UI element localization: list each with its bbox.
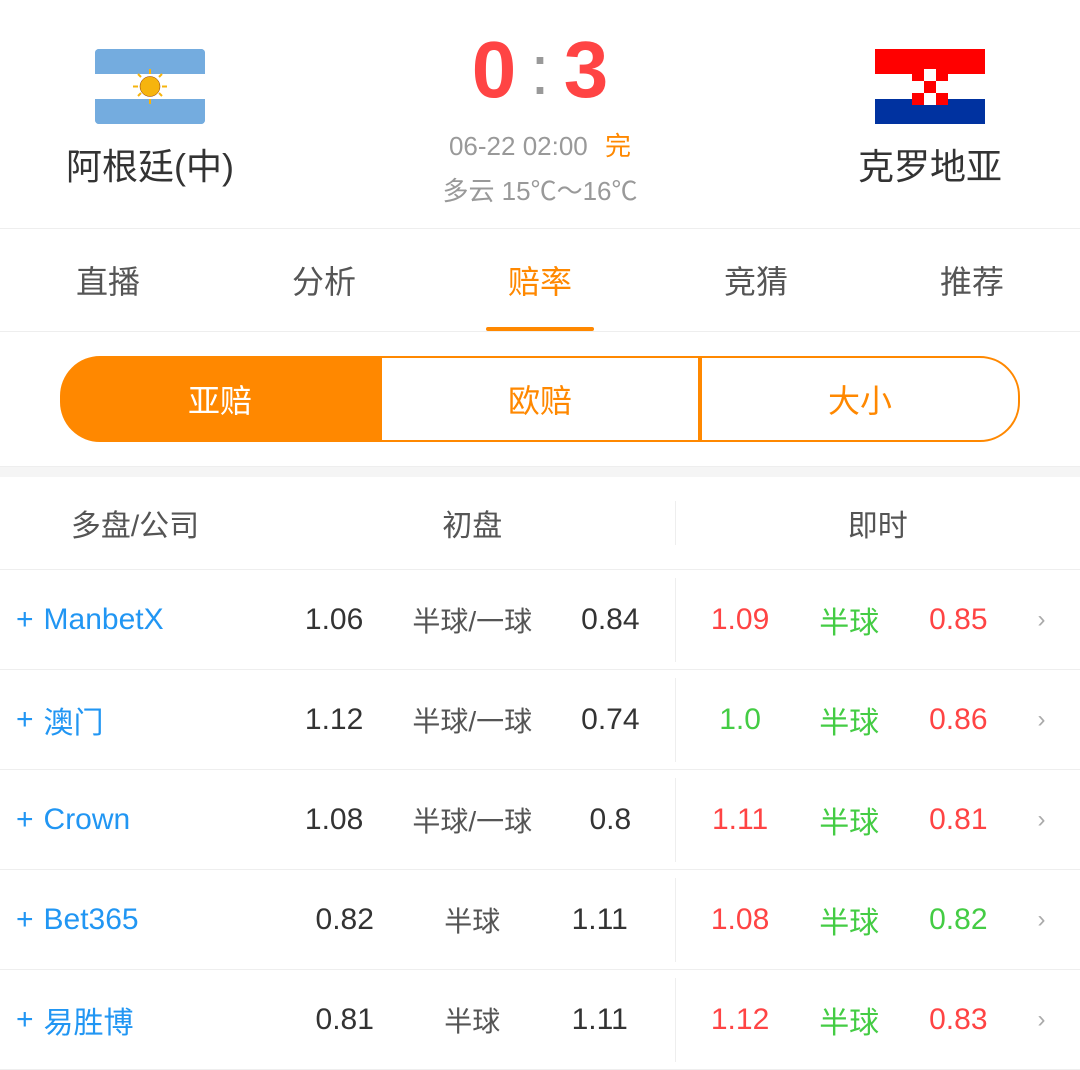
match-info-time: 06-22 02:00 完 [449, 126, 631, 163]
company-crown: + Crown [0, 783, 270, 857]
score-right: 3 [564, 30, 609, 110]
tab-odds[interactable]: 赔率 [432, 229, 648, 331]
arrow-icon: › [1037, 606, 1045, 634]
sub-tab-size[interactable]: 大小 [700, 356, 1020, 442]
table-row[interactable]: + 澳门 1.12 半球/一球 0.74 1.0 半球 0.86 › [0, 670, 1080, 770]
odds-table: 多盘/公司 初盘 即时 + ManbetX 1.06 半球/一球 0.84 1.… [0, 477, 1080, 1070]
croatia-flag [875, 49, 985, 124]
tab-live[interactable]: 直播 [0, 229, 216, 331]
realtime-crown[interactable]: 1.11 半球 0.81 › [675, 778, 1080, 862]
score-header: 阿根廷(中) 0 : 3 06-22 02:00 完 多云 15℃～16℃ [0, 0, 1080, 228]
company-manbetx: + ManbetX [0, 583, 270, 657]
realtime-macau[interactable]: 1.0 半球 0.86 › [675, 678, 1080, 762]
tab-guess[interactable]: 竞猜 [648, 229, 864, 331]
initial-crown: 1.08 半球/一球 0.8 [270, 780, 675, 860]
team-right-name: 克罗地亚 [858, 138, 1002, 190]
initial-bet365: 0.82 半球 1.11 [270, 880, 675, 960]
plus-icon: + [16, 903, 34, 937]
team-left-name: 阿根廷(中) [66, 138, 234, 190]
realtime-bet365[interactable]: 1.08 半球 0.82 › [675, 878, 1080, 962]
realtime-manbetx[interactable]: 1.09 半球 0.85 › [675, 578, 1080, 662]
table-row[interactable]: + Crown 1.08 半球/一球 0.8 1.11 半球 0.81 › [0, 770, 1080, 870]
arrow-icon: › [1037, 1006, 1045, 1034]
tab-analysis[interactable]: 分析 [216, 229, 432, 331]
match-weather: 多云 15℃～16℃ [442, 171, 637, 208]
table-header: 多盘/公司 初盘 即时 [0, 477, 1080, 570]
col-company-header: 多盘/公司 [0, 501, 270, 545]
company-yishenbo: + 易胜博 [0, 978, 270, 1062]
initial-manbetx: 1.06 半球/一球 0.84 [270, 580, 675, 660]
tab-recommend[interactable]: 推荐 [864, 229, 1080, 331]
initial-yishenbo: 0.81 半球 1.11 [270, 980, 675, 1060]
plus-icon: + [16, 1003, 34, 1037]
match-status: 完 [605, 131, 631, 161]
score-center: 0 : 3 06-22 02:00 完 多云 15℃～16℃ [280, 30, 800, 208]
score-numbers: 0 : 3 [472, 30, 608, 110]
company-bet365: + Bet365 [0, 883, 270, 957]
sub-tab-asia[interactable]: 亚赔 [60, 356, 380, 442]
team-left: 阿根廷(中) [20, 49, 280, 190]
table-row[interactable]: + Bet365 0.82 半球 1.11 1.08 半球 0.82 › [0, 870, 1080, 970]
sub-tab-europe[interactable]: 欧赔 [380, 356, 700, 442]
company-macau: + 澳门 [0, 678, 270, 762]
table-row[interactable]: + 易胜博 0.81 半球 1.11 1.12 半球 0.83 › [0, 970, 1080, 1070]
plus-icon: + [16, 803, 34, 837]
arrow-icon: › [1037, 906, 1045, 934]
arrow-icon: › [1037, 706, 1045, 734]
col-initial-header: 初盘 [270, 501, 675, 545]
team-right: 克罗地亚 [800, 49, 1060, 190]
sub-tabs: 亚赔 欧赔 大小 [0, 332, 1080, 467]
table-row[interactable]: + ManbetX 1.06 半球/一球 0.84 1.09 半球 0.85 › [0, 570, 1080, 670]
plus-icon: + [16, 603, 34, 637]
col-realtime-header: 即时 [675, 501, 1080, 545]
plus-icon: + [16, 703, 34, 737]
realtime-yishenbo[interactable]: 1.12 半球 0.83 › [675, 978, 1080, 1062]
arrow-icon: › [1037, 806, 1045, 834]
argentina-flag [95, 49, 205, 124]
score-left: 0 [472, 30, 517, 110]
nav-tabs: 直播 分析 赔率 竞猜 推荐 [0, 228, 1080, 332]
initial-macau: 1.12 半球/一球 0.74 [270, 680, 675, 760]
score-colon: : [530, 35, 549, 105]
